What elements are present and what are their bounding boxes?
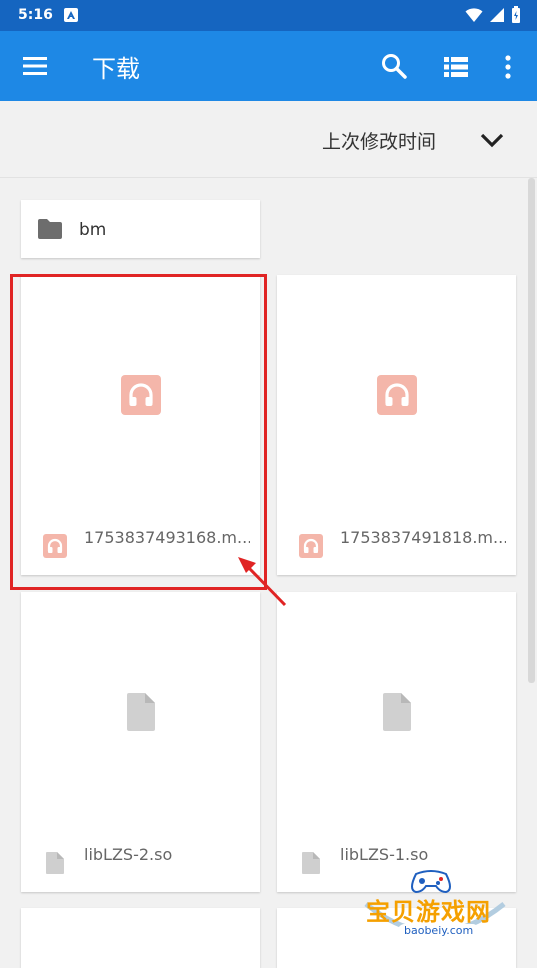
headphones-icon	[121, 375, 161, 415]
menu-icon[interactable]	[21, 53, 49, 79]
document-icon	[302, 852, 320, 874]
sort-bar: 上次修改时间	[0, 101, 537, 178]
wifi-icon	[465, 8, 483, 22]
file-card[interactable]: 1753837493168.m...	[21, 275, 260, 575]
file-card[interactable]	[21, 908, 260, 968]
document-icon	[46, 852, 64, 874]
folder-name: bm	[79, 220, 107, 240]
page-title: 下载	[92, 55, 140, 83]
folder-icon	[38, 219, 62, 239]
more-vert-icon[interactable]	[498, 53, 518, 81]
chevron-down-icon[interactable]	[478, 129, 506, 151]
sort-label[interactable]: 上次修改时间	[322, 127, 436, 154]
file-name: libLZS-1.so	[340, 845, 429, 864]
file-card[interactable]: 1753837491818.m...	[277, 275, 516, 575]
file-name: 1753837493168.m...	[84, 528, 250, 547]
document-icon	[383, 693, 411, 731]
status-bar: 5:16	[0, 0, 537, 31]
battery-icon	[512, 6, 520, 23]
headphones-icon	[377, 375, 417, 415]
folder-card-bm[interactable]: bm	[21, 200, 260, 258]
search-icon[interactable]	[380, 52, 408, 80]
headphones-icon	[43, 534, 67, 558]
file-card[interactable]: libLZS-2.so	[21, 592, 260, 892]
signal-icon	[490, 8, 504, 22]
file-name: libLZS-2.so	[84, 845, 173, 864]
headphones-icon	[299, 534, 323, 558]
status-time: 5:16	[18, 7, 53, 23]
app-bar: 下载	[0, 31, 537, 101]
file-card[interactable]: libLZS-1.so	[277, 592, 516, 892]
scrollbar[interactable]	[528, 178, 535, 683]
file-name: 1753837491818.m...	[340, 528, 506, 547]
app-notification-icon	[64, 8, 78, 22]
document-icon	[127, 693, 155, 731]
file-card[interactable]	[277, 908, 516, 968]
list-view-icon[interactable]	[442, 53, 470, 81]
annotation-arrow	[238, 557, 287, 607]
